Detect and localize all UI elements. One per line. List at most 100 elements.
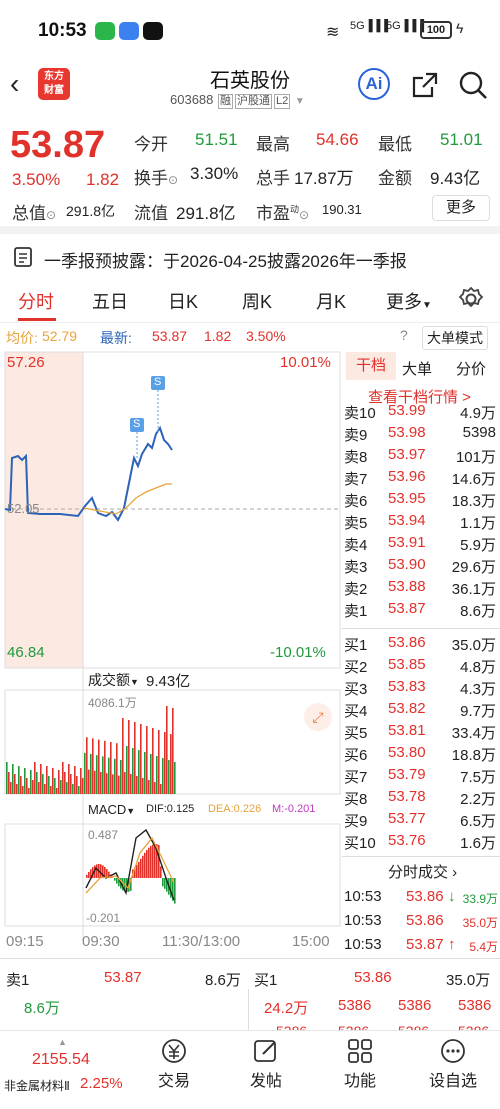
macd-bar (142, 856, 144, 878)
sell-level-row[interactable]: 卖753.9614.6万 (342, 466, 500, 488)
chart-tabs: 分时 五日 日K 周K 月K 更多▼ (0, 274, 500, 322)
tab-intraday[interactable]: 分时 (18, 288, 54, 314)
sell-level-row[interactable]: 卖553.941.1万 (342, 510, 500, 532)
sell-level-row[interactable]: 卖853.97101万 (342, 444, 500, 466)
detail-order-1: 8.6万 (24, 997, 60, 1018)
notice-banner[interactable]: 一季报预披露：于2026-04-25披露2026年一季报 (0, 226, 500, 274)
help-icon[interactable]: ? (400, 327, 408, 343)
ai-assistant-button[interactable]: Ai (358, 68, 390, 100)
detail-buy1-vol: 35.0万 (446, 969, 490, 990)
level-label: 卖1 (344, 600, 367, 620)
tab-five-day[interactable]: 五日 (92, 288, 128, 314)
search-icon[interactable] (458, 70, 488, 100)
volume-selector[interactable]: 成交额▼ (88, 670, 139, 690)
stock-code-row[interactable]: 603688 融沪股通L2 ▼ (170, 92, 305, 109)
intraday-chart[interactable]: S S 57.26 46.84 10.01% -10.01% 52.05 成交额… (0, 348, 342, 958)
volume-bar (170, 734, 172, 794)
sell-level-row[interactable]: 卖953.985398 (342, 422, 500, 444)
big-order-mode-button[interactable]: 大单模式 (422, 326, 488, 350)
low-label: 最低 (378, 130, 412, 155)
buy-level-row[interactable]: 买753.797.5万 (342, 764, 500, 786)
buy-level-row[interactable]: 买1053.761.6万 (342, 830, 500, 852)
tab-price-distribution[interactable]: 分价 (456, 358, 486, 379)
tab-more[interactable]: 更多▼ (386, 288, 432, 314)
sell-level-row[interactable]: 卖453.915.9万 (342, 532, 500, 554)
level-label: 买6 (344, 744, 367, 765)
macd-max-label: 0.487 (88, 828, 118, 842)
macd-bar (144, 853, 146, 878)
more-button[interactable]: 更多 (432, 195, 490, 221)
level-price: 53.98 (388, 424, 426, 441)
tab-weekly-k[interactable]: 周K (242, 288, 272, 314)
buy-levels: 买153.8635.0万买253.854.8万买353.834.3万买453.8… (342, 632, 500, 852)
volume-bar (74, 766, 76, 794)
message-icon (119, 22, 139, 40)
nav-functions[interactable]: 功能 (320, 1031, 400, 1091)
price-min-label: 46.84 (7, 644, 45, 661)
sell-level-row[interactable]: 卖253.8836.1万 (342, 576, 500, 598)
level-label: 卖8 (344, 446, 367, 467)
trades-divider (342, 856, 500, 857)
volume-bar (70, 774, 72, 794)
price-max-label: 57.26 (7, 354, 45, 371)
trade-direction: ↓ (448, 888, 456, 905)
buy-level-row[interactable]: 买953.776.5万 (342, 808, 500, 830)
volume-bar (66, 782, 68, 794)
volume-bar (164, 732, 166, 794)
sector-index-button[interactable]: ▲ 2155.54 非金属材料Ⅱ 2.25% (0, 1031, 132, 1109)
sector-index-value: 2155.54 (32, 1051, 90, 1069)
trades-title[interactable]: 分时成交 › (388, 861, 457, 882)
high-label: 最高 (256, 130, 290, 155)
volume-bar (76, 776, 78, 794)
buy-level-row[interactable]: 买853.782.2万 (342, 786, 500, 808)
level-label: 卖10 (344, 402, 376, 423)
sell-level-row[interactable]: 卖1053.994.9万 (342, 400, 500, 422)
sell-level-row[interactable]: 卖153.878.6万 (342, 598, 500, 620)
bottom-nav: ▲ 2155.54 非金属材料Ⅱ 2.25% 交易 发帖 功能 设自选 (0, 1030, 500, 1108)
volume-bar (146, 726, 148, 794)
buy-level-row[interactable]: 买153.8635.0万 (342, 632, 500, 654)
trade-price: 53.87 (406, 936, 444, 953)
share-icon[interactable] (410, 70, 440, 100)
tab-monthly-k[interactable]: 月K (316, 288, 346, 314)
volume-bar (156, 756, 158, 794)
nav-trade[interactable]: 交易 (134, 1031, 214, 1091)
status-bar: 10:53 ≋ 5G▐▐▐ 5G▐▐▐ 100 ϟ (0, 0, 500, 60)
macd-selector[interactable]: MACD▼ (88, 802, 135, 817)
level-price: 53.80 (388, 744, 426, 761)
sell-levels: 卖1053.994.9万卖953.985398卖853.97101万卖753.9… (342, 400, 500, 620)
sell-level-row[interactable]: 卖353.9029.6万 (342, 554, 500, 576)
volume-bar (12, 764, 14, 794)
tab-daily-k[interactable]: 日K (168, 288, 198, 314)
trade-direction: ↑ (448, 936, 456, 953)
buy-level-row[interactable]: 买453.829.7万 (342, 698, 500, 720)
nav-post[interactable]: 发帖 (226, 1031, 306, 1091)
pe-label: 市盈动⊙ (256, 199, 309, 224)
sell-level-row[interactable]: 卖653.9518.3万 (342, 488, 500, 510)
change-pct: 3.50% (12, 170, 60, 190)
volume-bar (114, 759, 116, 794)
buy-level-row[interactable]: 买353.834.3万 (342, 676, 500, 698)
tab-big-orders[interactable]: 大单 (402, 358, 432, 379)
clock: 10:53 (38, 20, 87, 42)
macd-bar (154, 844, 156, 878)
level-label: 卖2 (344, 578, 367, 599)
level-price: 53.81 (388, 722, 426, 739)
settings-icon[interactable] (458, 286, 484, 312)
volume-bar (30, 770, 32, 794)
trade-row: 10:5353.87↑5.4万 (342, 934, 500, 956)
volume-bar (112, 774, 114, 794)
macd-bar (138, 862, 140, 878)
buy-level-row[interactable]: 买253.854.8万 (342, 654, 500, 676)
pct-max-label: 10.01% (280, 354, 331, 371)
volume-bar (138, 750, 140, 794)
tab-order-levels[interactable]: 干档 (346, 352, 396, 380)
buy-level-row[interactable]: 买653.8018.8万 (342, 742, 500, 764)
level-label: 卖5 (344, 512, 367, 533)
volume-bar (160, 784, 162, 794)
expand-icon[interactable]: ⤢ (304, 703, 332, 731)
level-price: 53.94 (388, 512, 426, 529)
nav-watchlist[interactable]: 设自选 (413, 1031, 493, 1091)
buy-level-row[interactable]: 买553.8133.4万 (342, 720, 500, 742)
volume-bar (60, 780, 62, 794)
